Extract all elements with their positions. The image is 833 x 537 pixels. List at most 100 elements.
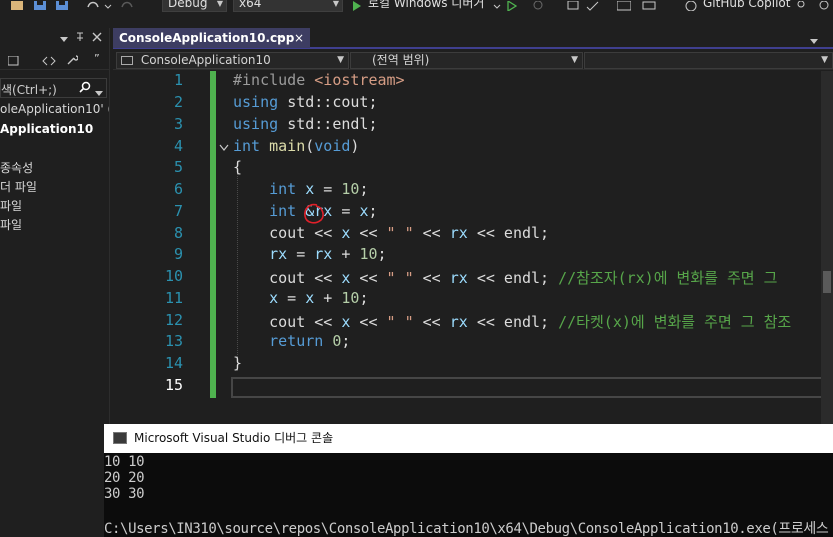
open-folder-icon[interactable] [11,0,23,12]
variable: x [269,289,279,307]
string-literal: " " [386,313,414,331]
vertical-scrollbar[interactable] [821,71,833,424]
close-icon[interactable] [92,31,104,43]
console-exit-line: C:\Users\IN310\source\repos\ConsoleAppli… [104,521,829,537]
code-text: << [413,224,450,242]
start-debugger-button[interactable]: 로컬 Windows 디버거 [368,0,484,9]
cpp-file-icon [121,56,133,65]
project-node[interactable]: Application10 [0,122,93,136]
code-text: + [314,289,342,307]
toolbar-misc-icon[interactable] [567,0,579,12]
explorer-search-input[interactable]: 색(Ctrl+;) [0,78,107,98]
code-editor[interactable]: 1 2 3 4 5 6 7 8 9 10 11 12 13 14 15 #inc… [113,71,833,424]
line-number: 5 [173,158,183,176]
code-text: + [332,245,360,263]
close-icon[interactable]: × [294,28,304,48]
code-text: std::cout; [287,93,378,111]
navigation-bar: ConsoleApplication10 ▼ (전역 범위) ▼ ▼ [113,51,833,70]
scope-dropdown[interactable]: (전역 범위) ▼ [350,52,583,69]
platform-dropdown[interactable]: x64 ▼ [233,0,343,12]
variable: rx [449,269,468,287]
solution-node[interactable]: oleApplication10' (1 [0,102,109,116]
save-all-icon[interactable] [56,0,68,12]
solution-explorer-panel: ” 색(Ctrl+;) oleApplication10' (1 Applica… [0,28,110,424]
debug-console-window[interactable]: Microsoft Visual Studio 디버그 콘솔 10 10 20 … [104,424,833,537]
code-text: = [287,245,315,263]
keyword: using [233,115,279,133]
configuration-dropdown[interactable]: Debug ▼ [162,0,227,12]
line-number: 4 [173,137,183,155]
number-literal: 10 [341,289,360,307]
line-number-current: 15 [164,376,183,394]
explorer-tool-icon[interactable] [7,55,20,67]
pin-icon[interactable]: ⊸ [276,28,284,48]
string-literal: " " [386,224,414,242]
line-number: 3 [173,115,183,133]
code-text: = [278,289,306,307]
copilot-icon [684,0,697,12]
performance-profiler-icon[interactable] [532,0,544,12]
chevron-down-icon: ▼ [337,55,344,65]
tab-title: ConsoleApplication10.cpp [119,31,295,45]
toolbar-layout-icon[interactable] [616,0,632,12]
spell-check-icon[interactable] [586,0,599,12]
dropdown-arrow-icon[interactable] [60,32,72,44]
overflow-icon[interactable]: ” [94,52,106,65]
account-icon[interactable] [795,0,807,12]
code-text: ; [359,289,369,307]
undo-dropdown-icon[interactable] [104,0,116,12]
chevron-down-icon[interactable] [493,0,505,12]
line-number: 6 [173,180,183,198]
code-line: { [233,158,243,176]
number-literal: 10 [341,180,360,198]
change-tracking-bar [210,71,216,398]
project-dropdown[interactable]: ConsoleApplication10 ▼ [116,52,349,69]
scrollbar-thumb[interactable] [823,271,831,293]
code-text: std::endl; [287,115,378,133]
tab-consoleapplication10-cpp[interactable]: ConsoleApplication10.cpp ⊸ × [113,28,310,48]
line-number: 10 [164,267,183,285]
function-name: main [269,137,306,155]
keyword: void [314,137,351,155]
code-text: ; [377,245,387,263]
variable: rx [269,245,288,263]
preprocessor-directive: #include [233,71,306,89]
external-files-node[interactable]: 더 파일 [0,178,37,195]
string-literal: " " [386,269,414,287]
code-line: int main(void) [233,137,360,155]
keyword: int [233,137,261,155]
code-line: x = x + 10; [233,289,368,307]
line-number: 12 [164,311,183,329]
code-text: << endl; [467,269,559,287]
code-text: = [332,202,360,220]
keyword: using [233,93,279,111]
chevron-down-icon [95,86,103,100]
member-dropdown[interactable]: ▼ [584,52,833,69]
variable: rx [314,245,333,263]
copilot-button[interactable]: GitHub Copilot [703,0,790,9]
redo-icon[interactable] [120,0,133,12]
start-without-debug-icon[interactable] [507,0,519,13]
save-icon[interactable] [34,0,46,12]
code-text: ; [341,332,351,350]
header-files-node[interactable]: 파일 [0,197,22,214]
dependencies-node[interactable]: 종속성 [0,159,33,176]
undo-icon[interactable] [86,0,99,12]
wrench-icon[interactable] [66,54,79,66]
line-number: 11 [164,289,183,307]
start-debug-icon[interactable] [352,0,364,12]
console-title-bar[interactable]: Microsoft Visual Studio 디버그 콘솔 [104,424,833,453]
code-text: cout << [269,269,342,287]
code-view-icon[interactable] [42,55,56,67]
chevron-down-icon: ▼ [571,55,578,65]
settings-icon[interactable] [818,0,830,12]
collapse-chevron-icon[interactable] [219,141,229,155]
chevron-down-icon: ▼ [216,0,223,8]
project-dropdown-value: ConsoleApplication10 [140,53,271,67]
console-app-icon [113,432,127,444]
line-number: 9 [173,245,183,263]
tab-list-dropdown-icon[interactable] [810,34,818,48]
pin-icon[interactable] [75,31,87,43]
source-files-node[interactable]: 파일 [0,216,22,233]
toolbar-extra-icon[interactable] [642,0,656,12]
